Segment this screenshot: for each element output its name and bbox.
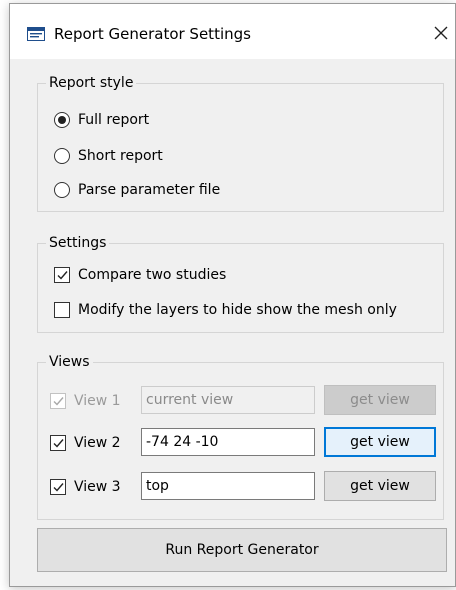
view-3-input[interactable] (141, 472, 315, 500)
checkbox[interactable] (54, 302, 70, 318)
checkbox-label: View 3 (74, 479, 121, 495)
view-2-get-view-button[interactable]: get view (324, 427, 436, 457)
views-group: Views View 1 get view View 2 get view Vi… (37, 353, 444, 520)
report-window-icon (27, 27, 45, 41)
checkbox[interactable] (50, 393, 66, 409)
radio-full-report[interactable]: Full report (54, 111, 149, 129)
checkbox-modify-layers[interactable]: Modify the layers to hide show the mesh … (54, 301, 397, 319)
view-2-input[interactable] (141, 428, 315, 456)
report-style-title: Report style (46, 74, 137, 92)
radio-parse-parameter-file[interactable]: Parse parameter file (54, 181, 220, 199)
checkbox-label: View 2 (74, 435, 121, 451)
radio-button[interactable] (54, 182, 70, 198)
radio-button[interactable] (54, 148, 70, 164)
report-style-group: Report style Full report Short report Pa… (37, 74, 444, 212)
view-1-input[interactable] (141, 386, 315, 414)
view-3-get-view-button[interactable]: get view (324, 471, 436, 501)
checkbox-label: Compare two studies (78, 267, 227, 283)
run-report-generator-button[interactable]: Run Report Generator (37, 528, 447, 572)
view-1-get-view-button[interactable]: get view (324, 385, 436, 415)
settings-group: Settings Compare two studies Modify the … (37, 234, 444, 333)
radio-label: Short report (78, 148, 163, 164)
settings-dialog: Report Generator Settings Report style F… (9, 3, 456, 587)
checkbox-view-1[interactable]: View 1 (50, 392, 121, 410)
window-title: Report Generator Settings (54, 25, 251, 43)
views-title: Views (46, 353, 93, 371)
checkbox[interactable] (50, 479, 66, 495)
radio-label: Full report (78, 112, 150, 128)
checkbox[interactable] (50, 435, 66, 451)
radio-button[interactable] (54, 112, 70, 128)
checkbox-label: Modify the layers to hide show the mesh … (78, 302, 397, 318)
checkbox-compare-two-studies[interactable]: Compare two studies (54, 266, 226, 284)
title-bar[interactable]: Report Generator Settings (10, 4, 455, 59)
close-icon[interactable] (432, 24, 450, 42)
checkbox-view-3[interactable]: View 3 (50, 478, 121, 496)
checkbox[interactable] (54, 267, 70, 283)
settings-title: Settings (46, 234, 110, 252)
radio-label: Parse parameter file (78, 182, 221, 198)
radio-short-report[interactable]: Short report (54, 147, 163, 165)
checkbox-label: View 1 (74, 393, 121, 409)
checkbox-view-2[interactable]: View 2 (50, 434, 121, 452)
